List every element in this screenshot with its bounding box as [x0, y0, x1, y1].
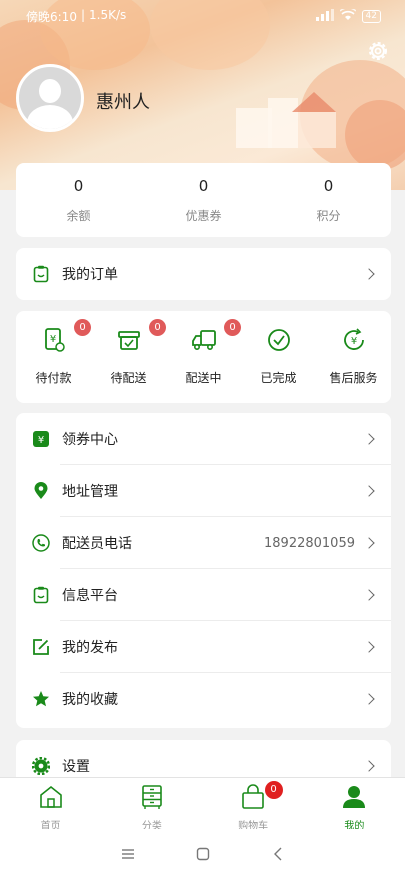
status-label: 配送中: [185, 371, 222, 385]
chevron-right-icon: [363, 589, 375, 601]
truck-icon: [191, 330, 216, 350]
square-icon: [196, 847, 209, 860]
status-label: 已完成: [260, 371, 297, 385]
edit-icon: [32, 638, 50, 656]
gear-icon: [369, 42, 387, 60]
star-icon: [32, 690, 50, 708]
battery-indicator: 42: [361, 9, 381, 23]
stat-label: 余额: [66, 209, 91, 223]
menu-item-favorites[interactable]: 我的收藏: [16, 673, 391, 725]
menu-item-label: 配送员电话: [62, 536, 132, 552]
tab-cart[interactable]: 购物车 0: [203, 778, 304, 832]
menu-item-label: 信息平台: [62, 588, 118, 604]
username[interactable]: 惠州人: [96, 88, 150, 114]
status-badge: 0: [74, 319, 91, 336]
category-icon: [142, 785, 162, 809]
coupon-icon: ¥: [32, 430, 50, 448]
system-nav-bar: [0, 829, 405, 878]
back-icon: [273, 847, 281, 860]
status-pending-delivery[interactable]: 待配送 0: [91, 311, 166, 403]
status-bar: 傍晚6:10 | 1.5K/s 42: [26, 6, 381, 26]
clipboard-icon: [32, 265, 50, 283]
chevron-right-icon: [363, 693, 375, 705]
account-stats-card: 0 余额 0 优惠券 0 积分: [16, 163, 391, 237]
chevron-right-icon: [363, 485, 375, 497]
svg-text:¥: ¥: [350, 336, 356, 347]
menu-item-label: 领券中心: [62, 432, 118, 448]
cart-badge: 0: [264, 781, 283, 799]
svg-text:¥: ¥: [38, 435, 44, 446]
status-in-delivery[interactable]: 配送中 0: [166, 311, 241, 403]
status-completed[interactable]: 已完成: [241, 311, 316, 403]
svg-text:¥: ¥: [49, 334, 55, 345]
menu-item-label: 我的发布: [62, 640, 118, 656]
menu-item-coupon-center[interactable]: ¥ 领券中心: [16, 413, 391, 465]
tab-category[interactable]: 分类: [101, 778, 202, 832]
status-pending-payment[interactable]: ¥ 待付款 0: [16, 311, 91, 403]
user-icon: [343, 786, 366, 808]
stat-value: 0: [323, 177, 334, 195]
my-orders-row[interactable]: 我的订单: [16, 248, 391, 300]
status-badge: 0: [149, 319, 166, 336]
status-speed: 1.5K/s: [89, 7, 127, 22]
status-label: 待配送: [110, 371, 147, 385]
settings-label: 设置: [62, 759, 90, 775]
settings-gear-button[interactable]: [365, 38, 391, 64]
menu-item-my-posts[interactable]: 我的发布: [16, 621, 391, 673]
chevron-right-icon: [363, 760, 375, 772]
my-orders-label: 我的订单: [62, 267, 118, 283]
avatar-body: [27, 105, 73, 129]
home-icon: [39, 785, 62, 808]
stat-coupons[interactable]: 0 优惠券: [141, 163, 266, 237]
cart-icon: [242, 784, 264, 809]
status-label: 售后服务: [329, 371, 378, 385]
avatar-head: [39, 79, 61, 103]
menu-item-address[interactable]: 地址管理: [16, 465, 391, 517]
chevron-right-icon: [363, 433, 375, 445]
status-badge: 0: [224, 319, 241, 336]
bottom-tab-bar: 首页 分类 购物车 0 我的: [0, 777, 405, 832]
payment-icon: ¥: [44, 328, 65, 352]
check-circle-icon: [267, 329, 290, 351]
service-menu-card: ¥ 领券中心 地址管理 配送员电话 18922801059 信息平台 我的发布: [16, 413, 391, 728]
chevron-right-icon: [363, 537, 375, 549]
menu-item-label: 我的收藏: [62, 692, 118, 708]
refund-icon: ¥: [343, 328, 364, 350]
menu-item-info-platform[interactable]: 信息平台: [16, 569, 391, 621]
menu-item-courier-phone[interactable]: 配送员电话 18922801059: [16, 517, 391, 569]
roof-decoration: [292, 92, 336, 112]
status-divider: |: [80, 7, 85, 22]
menu-icon: [121, 848, 134, 859]
chevron-right-icon: [363, 268, 375, 280]
order-status-card: ¥ 待付款 0 待配送 0 配送中 0 已完成 ¥ 售后服务: [16, 311, 391, 403]
menu-item-label: 地址管理: [62, 484, 118, 500]
chevron-right-icon: [363, 641, 375, 653]
tab-mine[interactable]: 我的: [304, 778, 405, 832]
stat-label: 优惠券: [185, 209, 222, 223]
menu-nav-button[interactable]: [120, 846, 136, 862]
phone-icon: [32, 534, 50, 552]
signal-icon: [315, 8, 334, 24]
package-icon: [117, 331, 140, 350]
stat-value: 0: [198, 177, 209, 195]
stat-value: 0: [73, 177, 84, 195]
stat-label: 积分: [316, 209, 341, 223]
status-label: 待付款: [35, 371, 72, 385]
gear-icon: [32, 757, 50, 775]
avatar[interactable]: [16, 64, 84, 132]
status-time: 傍晚6:10: [26, 9, 77, 24]
tab-home[interactable]: 首页: [0, 778, 101, 832]
location-icon: [32, 482, 50, 500]
stat-points[interactable]: 0 积分: [266, 163, 391, 237]
home-nav-button[interactable]: [195, 846, 211, 862]
stat-balance[interactable]: 0 余额: [16, 163, 141, 237]
courier-phone-number: 18922801059: [264, 535, 355, 551]
status-after-sales[interactable]: ¥ 售后服务: [316, 311, 391, 403]
back-nav-button[interactable]: [270, 846, 286, 862]
clipboard-icon: [32, 586, 50, 604]
house-decoration: [236, 108, 272, 148]
house-decoration: [298, 112, 336, 148]
wifi-icon: [339, 6, 357, 24]
